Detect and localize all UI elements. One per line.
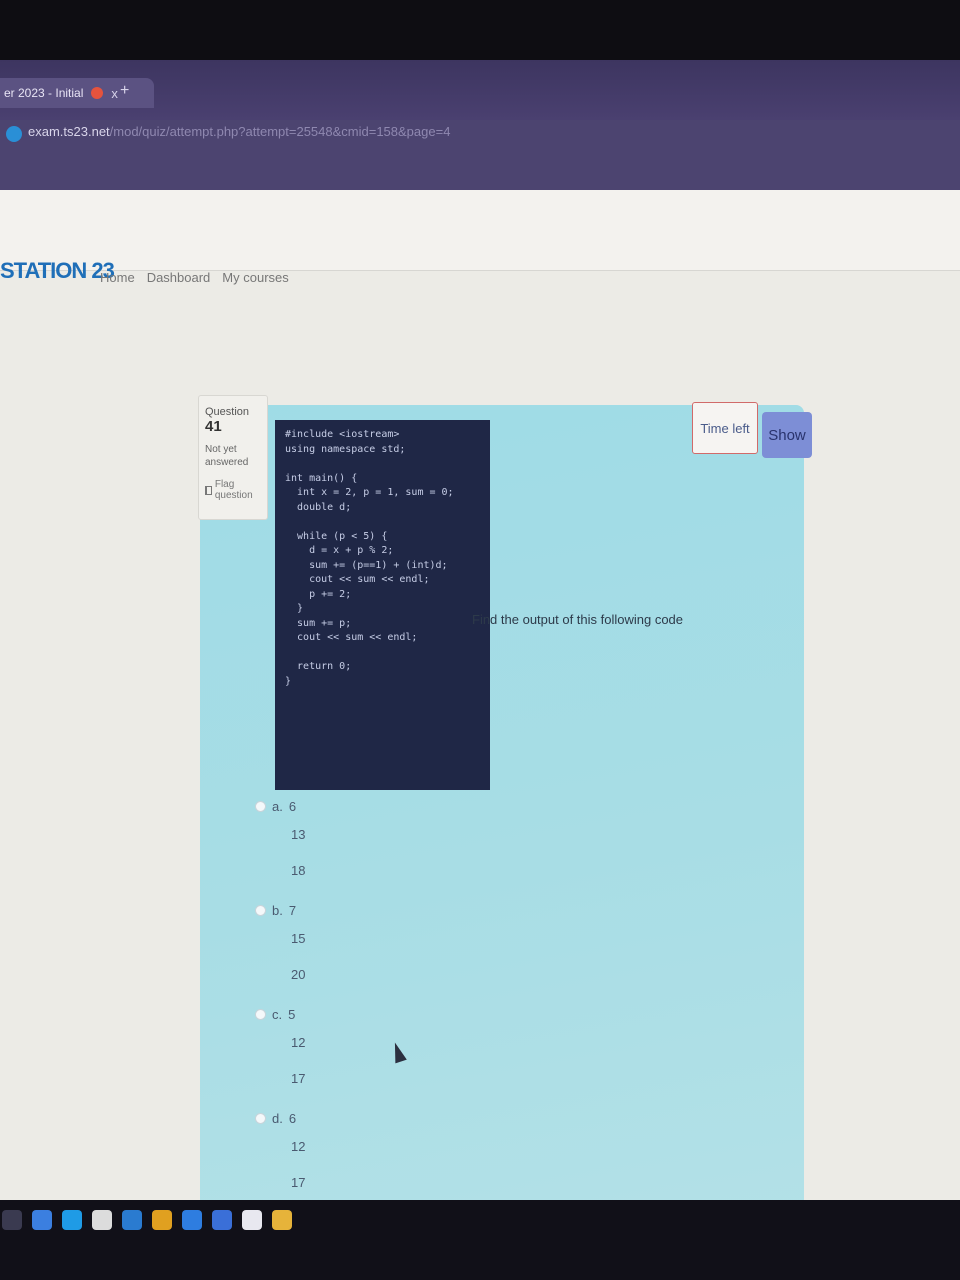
time-left: Time left (692, 402, 758, 454)
record-icon (91, 87, 104, 99)
screen: er 2023 - Initial x + exam.ts23.net/mod/… (0, 60, 960, 1280)
question-number: Question 41 (205, 406, 261, 435)
site-info-icon[interactable] (6, 126, 22, 142)
code-line: return 0; (285, 661, 352, 672)
option-letter: c. (272, 1006, 283, 1022)
radio-button[interactable] (255, 800, 266, 812)
settings-icon[interactable] (242, 1210, 262, 1230)
option-value: 17 (291, 1175, 306, 1190)
radio-button[interactable] (255, 1112, 266, 1124)
option-value: 6 (288, 1110, 297, 1126)
app-icon[interactable] (212, 1210, 232, 1230)
option-row[interactable]: d. 6 (255, 1107, 305, 1129)
option-value: 17 (291, 1071, 306, 1086)
code-line: while (p < 5) { (285, 530, 388, 542)
code-line: ​ (285, 515, 480, 530)
question-label: Question (205, 406, 250, 418)
flag-label: Flag question (214, 479, 253, 501)
flag-question-link[interactable]: Flag question (205, 479, 261, 501)
option-value: 13 (291, 827, 306, 842)
radio-button[interactable] (255, 1008, 266, 1020)
code-line: int main() { (285, 472, 358, 484)
url-host: exam.ts23.net (28, 124, 110, 139)
code-line: p += 2; (285, 588, 352, 600)
code-line: sum += p; (285, 617, 352, 629)
option-value: 20 (291, 967, 306, 982)
browser-tab-bar: er 2023 - Initial x + (0, 60, 960, 120)
site-brand[interactable]: STATION 23 (0, 258, 115, 284)
option-value: 7 (288, 902, 297, 918)
answer-option[interactable]: a. 6 13 18 (255, 795, 305, 889)
code-line: double d; (285, 501, 352, 513)
option-value: 18 (291, 863, 306, 878)
site-navbar (0, 190, 960, 271)
question-number-value: 41 (205, 418, 222, 435)
option-letter: a. (272, 798, 283, 814)
show-timer-button[interactable]: Show (762, 412, 812, 458)
url-path: /mod/quiz/attempt.php?attempt=25548&cmid… (109, 124, 451, 139)
nav-links: Home Dashboard My courses (100, 270, 289, 285)
option-letter: b. (272, 902, 283, 918)
store-icon[interactable] (122, 1210, 142, 1230)
chrome-icon[interactable] (152, 1210, 172, 1230)
option-value: 12 (291, 1035, 306, 1050)
answer-option[interactable]: b. 7 15 20 (255, 899, 305, 993)
taskbar-icons (0, 1210, 292, 1230)
radio-button[interactable] (255, 904, 266, 916)
code-line: cout << sum << endl; (285, 632, 418, 643)
answer-options: a. 6 13 18 b. 7 15 20 c. 5 12 17 d. 6 12 17 (255, 795, 305, 1211)
code-line: } (285, 603, 304, 614)
url[interactable]: exam.ts23.net/mod/quiz/attempt.php?attem… (28, 124, 450, 139)
option-value: 12 (291, 1139, 306, 1154)
code-line: sum += (p==1) + (int)d; (285, 559, 448, 571)
question-info: Question 41 Not yet answered Flag questi… (198, 395, 268, 520)
nav-dashboard[interactable]: Dashboard (147, 270, 211, 285)
option-row[interactable]: a. 6 (255, 795, 305, 817)
code-line: cout << sum << endl; (285, 574, 430, 585)
nav-home[interactable]: Home (100, 270, 135, 285)
option-row[interactable]: b. 7 (255, 899, 305, 921)
edge-icon[interactable] (62, 1210, 82, 1230)
browser-tab[interactable]: er 2023 - Initial x (0, 78, 154, 108)
close-tab-icon[interactable]: x (111, 86, 118, 101)
answer-option[interactable]: d. 6 12 17 (255, 1107, 305, 1201)
code-line: #include <iostream> (285, 429, 400, 440)
tab-title: er 2023 - Initial (4, 86, 84, 100)
question-status: Not yet answered (205, 444, 249, 468)
question-prompt: Find the output of this following code (472, 612, 684, 627)
vscode-icon[interactable] (182, 1210, 202, 1230)
weather-icon[interactable] (32, 1210, 52, 1230)
file-icon[interactable] (92, 1210, 112, 1230)
nav-my-courses[interactable]: My courses (222, 270, 288, 285)
code-line: d = x + p % 2; (285, 545, 394, 556)
code-line: int x = 2, p = 1, sum = 0; (285, 487, 454, 498)
option-letter: d. (272, 1110, 283, 1126)
folder-icon[interactable] (272, 1210, 292, 1230)
answer-option[interactable]: c. 5 12 17 (255, 1003, 305, 1097)
code-line: using namespace std; (285, 443, 406, 455)
flag-icon (205, 485, 212, 495)
option-value: 5 (288, 1006, 296, 1022)
code-line: ​ (285, 646, 480, 661)
code-line: ​ (285, 457, 480, 472)
task-view-icon[interactable] (2, 1210, 22, 1230)
new-tab-button[interactable]: + (120, 82, 129, 100)
option-value: 15 (291, 931, 306, 946)
code-line: } (285, 675, 292, 687)
option-value: 6 (288, 798, 297, 814)
option-row[interactable]: c. 5 (255, 1003, 305, 1025)
code-image: #include <iostream> using namespace std; ​… (275, 420, 490, 790)
